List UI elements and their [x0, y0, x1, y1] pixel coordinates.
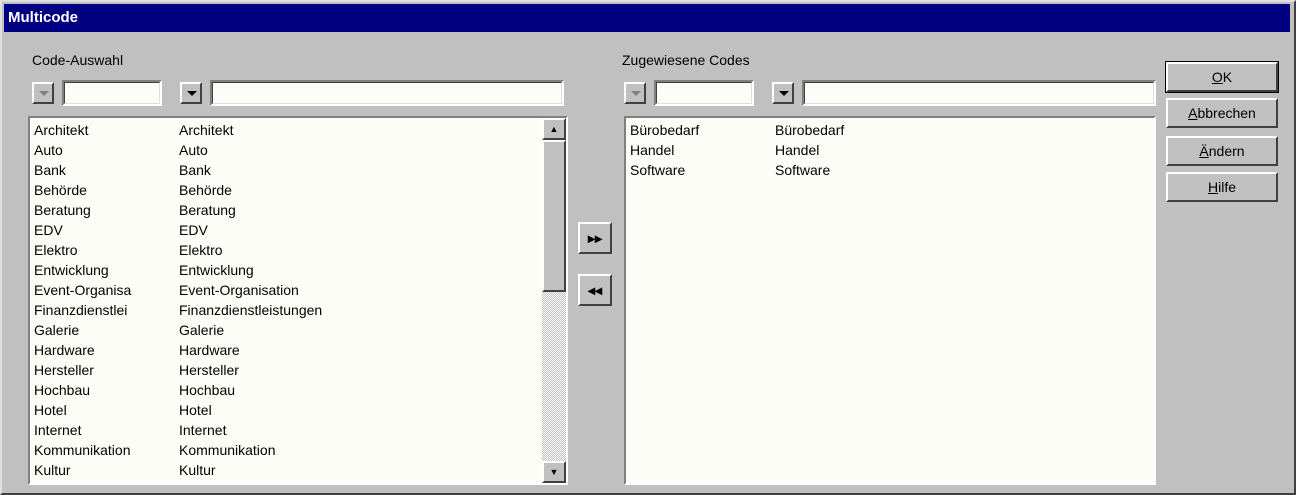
left-name-filter-dropdown-button[interactable]: [180, 82, 202, 104]
item-name: Kultur: [179, 462, 216, 478]
item-name: Hochbau: [179, 382, 236, 398]
item-name: Entwicklung: [179, 262, 254, 278]
item-name: Bürobedarf: [775, 122, 845, 138]
scroll-down-icon[interactable]: ▼: [542, 461, 566, 483]
left-name-filter-input[interactable]: [210, 80, 564, 106]
item-code: Kultur: [34, 462, 71, 478]
change-mnemonic: Ä: [1199, 143, 1209, 159]
dropdown-arrow-icon: [779, 91, 789, 96]
item-code: Entwicklung: [34, 262, 109, 278]
item-name: Kommunikation: [179, 442, 276, 458]
cancel-label-rest: bbrechen: [1197, 105, 1256, 121]
remove-icon: ◂◂: [587, 282, 603, 298]
item-name: Event-Organisation: [179, 282, 299, 298]
assigned-codes-label: Zugewiesene Codes: [622, 52, 750, 68]
item-code: Elektro: [34, 242, 78, 258]
remove-code-button[interactable]: ◂◂: [578, 274, 612, 306]
item-code: Software: [630, 162, 686, 178]
scrollbar-thumb[interactable]: [542, 140, 566, 292]
item-name: Hersteller: [179, 362, 239, 378]
item-code: Kommunikation: [34, 442, 131, 458]
right-code-filter-input[interactable]: [654, 80, 754, 106]
ok-mnemonic: O: [1211, 69, 1223, 85]
item-code: Hersteller: [34, 362, 94, 378]
help-mnemonic: H: [1207, 179, 1219, 195]
change-label-rest: ndern: [1208, 143, 1245, 159]
change-button[interactable]: Ändern: [1166, 136, 1278, 166]
item-name: Beratung: [179, 202, 236, 218]
code-selection-label: Code-Auswahl: [32, 52, 124, 68]
right-code-filter-dropdown-button[interactable]: [624, 82, 646, 104]
item-code: Bank: [34, 162, 66, 178]
left-code-filter-dropdown-button[interactable]: [32, 82, 54, 104]
left-code-filter-input[interactable]: [62, 80, 162, 106]
right-name-filter-dropdown-button[interactable]: [772, 82, 794, 104]
item-code: Hardware: [34, 342, 95, 358]
dropdown-arrow-icon: [187, 91, 197, 96]
multicode-dialog: Multicode Code-Auswahl ▲ ▼ Architekt Arch…: [0, 0, 1296, 495]
item-code: Finanzdienstlei: [34, 302, 128, 318]
item-name: Finanzdienstleistungen: [179, 302, 323, 318]
cancel-button[interactable]: Abbrechen: [1166, 98, 1278, 128]
ok-button[interactable]: OK: [1165, 61, 1279, 93]
code-selection-list[interactable]: ▲ ▼ Architekt Architekt Auto Auto Bank Bank Be…: [28, 116, 568, 485]
item-name: Elektro: [179, 242, 223, 258]
item-name: Behörde: [179, 182, 232, 198]
help-label-rest: ilfe: [1218, 179, 1237, 195]
dialog-title: Multicode: [4, 4, 1290, 32]
assigned-codes-list[interactable]: Bürobedarf Bürobedarf Handel Handel Software…: [624, 116, 1156, 485]
item-code: Hotel: [34, 402, 67, 418]
item-name: Internet: [179, 422, 227, 438]
item-name: Galerie: [179, 322, 225, 338]
scroll-up-icon[interactable]: ▲: [542, 118, 566, 140]
dropdown-arrow-icon: [39, 91, 49, 96]
dropdown-arrow-icon: [631, 91, 641, 96]
item-code: EDV: [34, 222, 63, 238]
add-icon: ▸▸: [587, 230, 603, 246]
item-code: Auto: [34, 142, 63, 158]
item-name: Hardware: [179, 342, 240, 358]
item-code: Handel: [630, 142, 675, 158]
item-name: Hotel: [179, 402, 212, 418]
item-name: Handel: [775, 142, 820, 158]
item-code: Behörde: [34, 182, 87, 198]
ok-label-rest: K: [1222, 69, 1233, 85]
item-code: Galerie: [34, 322, 80, 338]
item-code: Architekt: [34, 122, 89, 138]
add-code-button[interactable]: ▸▸: [578, 222, 612, 254]
item-name: EDV: [179, 222, 208, 238]
right-name-filter-input[interactable]: [802, 80, 1156, 106]
item-name: Software: [775, 162, 831, 178]
item-code: Internet: [34, 422, 82, 438]
item-code: Event-Organisa: [34, 282, 132, 298]
item-code: Beratung: [34, 202, 91, 218]
item-name: Bank: [179, 162, 211, 178]
item-name: Architekt: [179, 122, 234, 138]
item-code: Hochbau: [34, 382, 91, 398]
help-button[interactable]: Hilfe: [1166, 172, 1278, 202]
vertical-scrollbar[interactable]: ▲ ▼: [542, 118, 566, 483]
item-code: Bürobedarf: [630, 122, 700, 138]
item-name: Auto: [179, 142, 208, 158]
